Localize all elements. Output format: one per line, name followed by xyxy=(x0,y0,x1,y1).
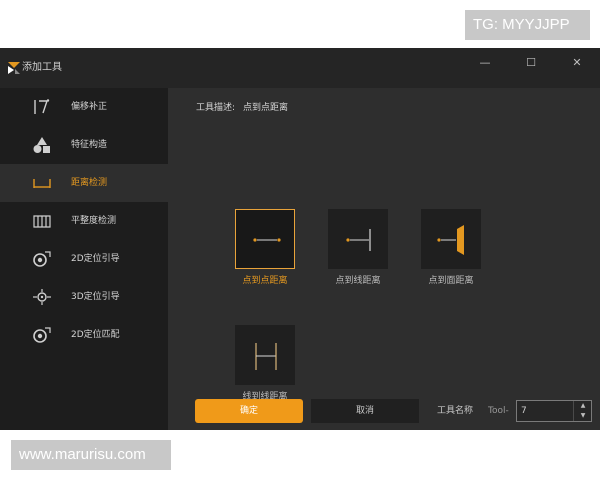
sidebar: 偏移补正 特征构造 距离检测 平整度检测 2D定位引导 3D定位引导 2D定位匹… xyxy=(0,88,168,430)
sidebar-item-label: 偏移补正 xyxy=(71,102,108,112)
app-logo-icon xyxy=(6,60,22,76)
tool-tile[interactable] xyxy=(235,325,295,385)
window-title: 添加工具 xyxy=(22,62,62,73)
stepper-down-icon[interactable]: ▼ xyxy=(574,411,592,421)
feature-shapes-icon xyxy=(32,136,52,154)
3d-guide-icon xyxy=(32,288,52,306)
tool-name-label: 工具名称 xyxy=(437,406,474,416)
sidebar-item-feature-construction[interactable]: 特征构造 xyxy=(0,126,168,164)
stepper-buttons: ▲ ▼ xyxy=(573,401,591,421)
sidebar-item-offset-correction[interactable]: 偏移补正 xyxy=(0,88,168,126)
tool-description: 工具描述: 点到点距离 xyxy=(196,101,296,115)
sidebar-item-2d-positioning-match[interactable]: 2D定位匹配 xyxy=(0,316,168,354)
sidebar-item-label: 3D定位引导 xyxy=(71,292,120,302)
tool-name-stepper[interactable]: 7 ▲ ▼ xyxy=(516,400,592,422)
tool-tile[interactable] xyxy=(421,209,481,269)
tool-description-label: 工具描述: xyxy=(196,103,236,113)
add-tool-window: 添加工具 — ☐ ✕ 偏移补正 特征构造 距离检测 平整度检测 2D定位引导 3… xyxy=(0,48,600,430)
tool-label: 点到面距离 xyxy=(428,276,474,286)
2d-guide-icon xyxy=(32,250,52,268)
tool-tile[interactable] xyxy=(328,209,388,269)
sidebar-item-label: 距离检测 xyxy=(71,178,108,188)
sidebar-item-2d-positioning-guide[interactable]: 2D定位引导 xyxy=(0,240,168,278)
point-to-plane-icon xyxy=(437,225,464,255)
point-to-line-icon xyxy=(346,229,371,251)
tool-description-value: 点到点距离 xyxy=(243,103,289,113)
cancel-button[interactable]: 取消 xyxy=(311,399,419,423)
line-to-line-icon xyxy=(255,343,277,370)
sidebar-item-label: 平整度检测 xyxy=(71,216,117,226)
tool-tile[interactable] xyxy=(235,209,295,269)
confirm-button[interactable]: 确定 xyxy=(195,399,303,423)
minimize-button[interactable]: — xyxy=(470,54,500,72)
sidebar-item-flatness-detection[interactable]: 平整度检测 xyxy=(0,202,168,240)
offset-correction-icon xyxy=(32,98,52,116)
sidebar-item-label: 2D定位引导 xyxy=(71,254,120,264)
close-button[interactable]: ✕ xyxy=(562,54,592,72)
point-to-point-icon xyxy=(253,238,281,242)
dialog-footer: 确定 取消 工具名称 Tool- 7 ▲ ▼ xyxy=(168,390,600,430)
watermark-bottom: www.marurisu.com xyxy=(11,440,171,470)
sidebar-item-3d-positioning-guide[interactable]: 3D定位引导 xyxy=(0,278,168,316)
tool-label: 点到线距离 xyxy=(335,276,381,286)
watermark-top: TG: MYYJJPP xyxy=(465,10,590,40)
tool-name-prefix: Tool- xyxy=(488,406,509,416)
stepper-up-icon[interactable]: ▲ xyxy=(574,401,592,411)
sidebar-item-label: 2D定位匹配 xyxy=(71,330,120,340)
sidebar-item-distance-detection[interactable]: 距离检测 xyxy=(0,164,168,202)
title-bar[interactable]: 添加工具 — ☐ ✕ xyxy=(0,48,600,88)
distance-measure-icon xyxy=(32,174,52,192)
tool-panel: 工具描述: 点到点距离 点到点距离 点到线距离 点到面距离 线到线距离 确定 取… xyxy=(168,88,600,430)
tool-label: 点到点距离 xyxy=(242,276,288,286)
flatness-icon xyxy=(32,212,52,230)
sidebar-item-label: 特征构造 xyxy=(71,140,108,150)
2d-match-icon xyxy=(32,326,52,344)
tool-name-value[interactable]: 7 xyxy=(521,404,527,418)
maximize-button[interactable]: ☐ xyxy=(516,54,546,72)
